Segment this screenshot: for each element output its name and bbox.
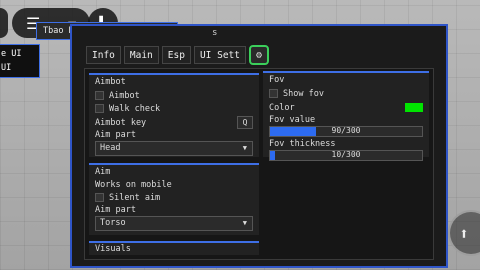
works-on-mobile-label: Works on mobile xyxy=(95,180,172,190)
aimbot-panel: Aimbot Aimbot Walk check Aimbot key Q Ai… xyxy=(89,73,259,157)
fov-value-label: Fov value xyxy=(269,115,316,125)
aimbot-key-row: Aimbot key Q xyxy=(89,116,259,129)
walkcheck-toggle[interactable]: Walk check xyxy=(89,102,259,115)
aimbot-aimpart-value: Head xyxy=(100,143,121,153)
jump-button[interactable]: ⬆ xyxy=(448,210,480,256)
left-ui-line-1: e UI xyxy=(1,49,22,59)
silent-aim-label: Silent aim xyxy=(109,192,161,203)
show-fov-label: Show fov xyxy=(283,88,324,99)
visuals-panel: Visuals xyxy=(89,241,259,255)
aimbot-key-button[interactable]: Q xyxy=(237,116,253,129)
fov-color-swatch[interactable] xyxy=(405,103,423,112)
main-window: s Info Main Esp UI Sett ⚙ Aimbot Aimbot … xyxy=(70,24,448,268)
aimbot-panel-title: Aimbot xyxy=(95,77,126,87)
tab-info[interactable]: Info xyxy=(86,46,121,64)
tab-main[interactable]: Main xyxy=(123,46,159,64)
tab-content: Aimbot Aimbot Walk check Aimbot key Q Ai… xyxy=(84,68,434,260)
aimbot-aimpart-dropdown[interactable]: Head ▼ xyxy=(95,141,253,156)
aim-aimpart-dropdown[interactable]: Torso ▼ xyxy=(95,216,253,231)
fov-value-text: 90/300 xyxy=(331,126,361,135)
aimbot-toggle[interactable]: Aimbot xyxy=(89,89,259,102)
tab-esp[interactable]: Esp xyxy=(161,46,191,64)
left-ui-line-2: UI xyxy=(1,63,12,73)
aimbot-toggle-label: Aimbot xyxy=(109,90,140,101)
silent-aim-toggle[interactable]: Silent aim xyxy=(89,191,259,204)
up-arrow-icon: ⬆ xyxy=(459,223,469,243)
silent-aim-checkbox[interactable] xyxy=(95,193,104,202)
show-fov-toggle[interactable]: Show fov xyxy=(263,87,429,100)
walkcheck-checkbox[interactable] xyxy=(95,104,104,113)
aimbot-checkbox[interactable] xyxy=(95,91,104,100)
fov-thickness-text: 10/300 xyxy=(331,150,361,159)
fov-color-label: Color xyxy=(269,102,295,113)
window-title: s xyxy=(212,28,218,38)
walkcheck-label: Walk check xyxy=(109,103,161,114)
gear-icon: ⚙ xyxy=(255,49,263,61)
aim-aimpart-label: Aim part xyxy=(95,205,136,215)
chevron-down-icon: ▼ xyxy=(242,219,247,227)
visuals-panel-title: Visuals xyxy=(95,244,131,254)
show-fov-checkbox[interactable] xyxy=(269,89,278,98)
aim-panel-title: Aim xyxy=(95,167,111,177)
fov-thickness-slider[interactable]: 10/300 xyxy=(269,150,423,161)
aimbot-aimpart-label: Aim part xyxy=(95,130,136,140)
chevron-down-icon: ▼ xyxy=(242,144,247,152)
left-ui-panel: e UI UI xyxy=(0,44,40,78)
fov-panel: Fov Show fov Color Fov value 90/300 Fov … xyxy=(263,71,429,161)
aimbot-key-label: Aimbot key xyxy=(95,117,147,128)
fov-panel-title: Fov xyxy=(269,75,285,85)
fov-color-row: Color xyxy=(263,101,429,114)
aim-aimpart-value: Torso xyxy=(100,218,126,228)
tab-ui-settings[interactable]: UI Sett xyxy=(193,46,246,64)
profile-icon[interactable] xyxy=(0,8,8,38)
fov-thickness-label: Fov thickness xyxy=(269,139,336,149)
fov-value-slider[interactable]: 90/300 xyxy=(269,126,423,137)
aim-panel: Aim Works on mobile Silent aim Aim part … xyxy=(89,163,259,235)
settings-tab-button[interactable]: ⚙ xyxy=(249,45,269,65)
tab-bar: Info Main Esp UI Sett ⚙ xyxy=(86,45,269,65)
